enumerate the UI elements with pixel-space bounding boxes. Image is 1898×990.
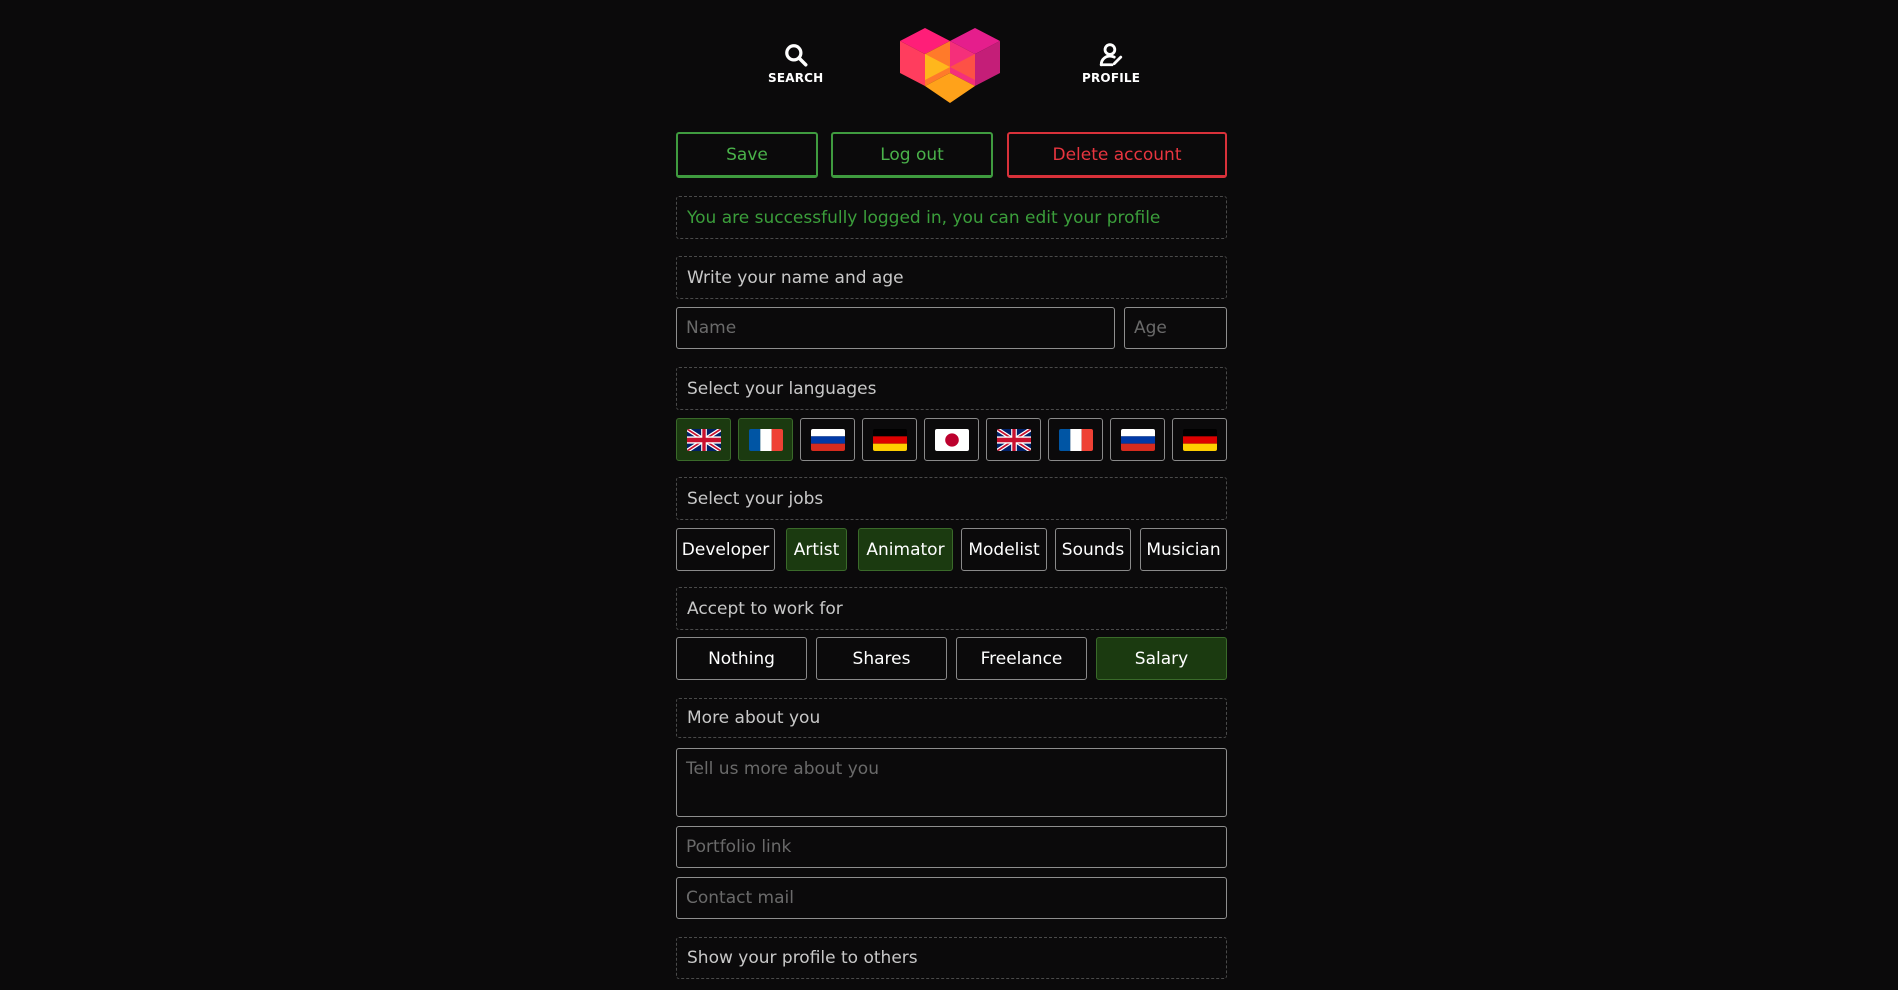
france-flag-icon [748,428,783,451]
language-flag-japan[interactable] [924,418,979,461]
job-modelist[interactable]: Modelist [961,528,1047,571]
contact-mail-input[interactable] [676,877,1227,919]
russia-flag-icon [810,428,845,451]
uk-flag-icon [996,428,1031,451]
job-sounds[interactable]: Sounds [1055,528,1131,571]
name-input[interactable] [676,307,1115,349]
age-input[interactable] [1124,307,1227,349]
user-edit-icon [1099,43,1123,67]
work-nothing[interactable]: Nothing [676,637,807,680]
language-flag-germany[interactable] [862,418,917,461]
visibility-section-label: Show your profile to others [676,937,1227,979]
jobs-section-label: Select your jobs [676,477,1227,520]
portfolio-input[interactable] [676,826,1227,868]
language-flag-germany[interactable] [1172,418,1227,461]
uk-flag-icon [686,428,721,451]
language-flag-france[interactable] [738,418,793,461]
language-flag-uk[interactable] [986,418,1041,461]
language-flag-uk[interactable] [676,418,731,461]
job-animator[interactable]: Animator [858,528,953,571]
status-message: You are successfully logged in, you can … [676,196,1227,239]
heart-logo [900,28,1000,103]
work-salary[interactable]: Salary [1096,637,1227,680]
name-section-label: Write your name and age [676,256,1227,299]
job-artist[interactable]: Artist [786,528,847,571]
nav-search[interactable]: SEARCH [768,42,823,85]
delete-account-button[interactable]: Delete account [1007,132,1227,178]
russia-flag-icon [1120,428,1155,451]
work-section-label: Accept to work for [676,587,1227,630]
nav-search-label: SEARCH [768,71,824,85]
germany-flag-icon [1182,428,1217,451]
nav-profile-label: PROFILE [1082,71,1141,85]
languages-section-label: Select your languages [676,367,1227,410]
work-shares[interactable]: Shares [816,637,947,680]
germany-flag-icon [872,428,907,451]
search-icon [784,44,808,67]
work-freelance[interactable]: Freelance [956,637,1087,680]
japan-flag-icon [934,428,969,451]
language-flag-russia[interactable] [800,418,855,461]
language-flag-russia[interactable] [1110,418,1165,461]
logout-button[interactable]: Log out [831,132,993,178]
language-flag-france[interactable] [1048,418,1103,461]
france-flag-icon [1058,428,1093,451]
bio-textarea[interactable] [676,748,1227,817]
top-nav: SEARCH PROFILE [676,28,1227,103]
nav-profile[interactable]: PROFILE [1082,42,1140,85]
job-musician[interactable]: Musician [1140,528,1227,571]
about-section-label: More about you [676,698,1227,738]
job-developer[interactable]: Developer [676,528,775,571]
save-button[interactable]: Save [676,132,818,178]
